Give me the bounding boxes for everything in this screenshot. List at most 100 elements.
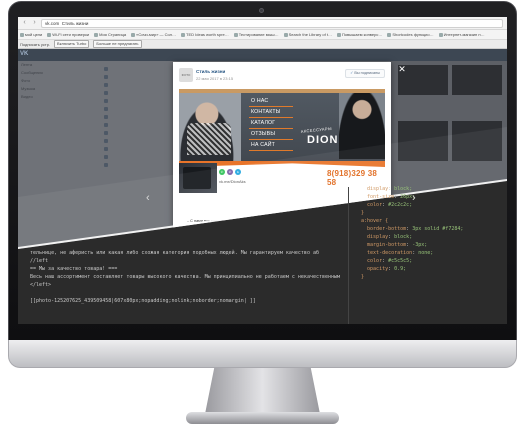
css-line: color: #2c2c2c;: [367, 202, 413, 208]
css-line: border-bottom: 3px solid #f7284;: [367, 226, 464, 232]
code-text: тельнице, не аферисть или какая либо схо…: [30, 250, 319, 256]
sidebar-item[interactable]: [104, 121, 154, 129]
ghost-line: Фото: [21, 78, 31, 83]
sidebar-item[interactable]: [104, 105, 154, 113]
vk-header: VK: [18, 49, 507, 61]
css-property: font-size: [367, 194, 395, 200]
css-value: block;: [394, 234, 413, 240]
banner-menu-item[interactable]: ОТЗЫВЫ: [249, 129, 293, 140]
css-property: margin-bottom: [367, 242, 407, 248]
sidebar-item[interactable]: [104, 89, 154, 97]
monitor-chin: [8, 340, 517, 368]
css-property: opacity: [367, 266, 389, 272]
monitor-base: [186, 412, 339, 424]
sidebar-item[interactable]: [104, 161, 154, 169]
bookmark-item[interactable]: Wi-Fi сети проверки: [47, 32, 89, 37]
community-name[interactable]: Стиль жизни: [196, 69, 225, 74]
subscribed-button[interactable]: ✓Вы подписаны: [345, 69, 385, 78]
sidebar-item[interactable]: [104, 113, 154, 121]
code-text: //left: [30, 258, 49, 264]
code-line: [[photo-125207625_439509458|607x80px;nop…: [22, 297, 352, 305]
css-line: text-decoration: none;: [367, 250, 434, 256]
subscribed-label: Вы подписаны: [354, 71, 380, 75]
ghost-line: Сообщения: [21, 70, 43, 75]
banner-menu-item[interactable]: КОНТАКТЫ: [249, 107, 293, 118]
bookmark-item[interactable]: TED Ideas worth spre…: [181, 32, 229, 37]
code-line: тельнице, не аферисть или какая либо схо…: [22, 249, 352, 257]
code-line: Весь наш ассортимент составляет товары в…: [22, 273, 352, 281]
vk-logo[interactable]: VK: [20, 51, 32, 59]
css-line: }: [351, 273, 507, 281]
css-line: color: #c5c5c5;: [367, 258, 413, 264]
bookmark-item[interactable]: «Сочи-мир» — Сол…: [131, 32, 176, 37]
css-property: a:hover {: [361, 218, 389, 224]
sidebar-item[interactable]: [104, 97, 154, 105]
enable-turbo-button[interactable]: Включить Turbo: [54, 40, 90, 48]
css-value: -3px;: [412, 242, 428, 248]
ghost-line: Лента: [21, 62, 33, 67]
bookmark-item[interactable]: Интернет-магазин н…: [439, 32, 485, 37]
bookmark-item[interactable]: Тестирование мыш…: [234, 32, 279, 37]
sidebar-item[interactable]: [104, 137, 154, 145]
address-bar-row: ‹ › vk.com Стиль жизни: [18, 17, 507, 30]
css-value: block;: [394, 186, 413, 192]
forward-arrow-icon[interactable]: ›: [31, 19, 38, 27]
dismiss-button[interactable]: Больше не предлагать: [93, 40, 142, 48]
sidebar-item[interactable]: [104, 153, 154, 161]
brand-logo: DION: [307, 134, 339, 146]
code-text: Весь наш ассортимент составляет товары в…: [30, 274, 341, 280]
bookmark-item[interactable]: Моя Страница: [94, 32, 126, 37]
css-line: }: [351, 209, 507, 217]
code-text: == Мы за качество товара! ===: [30, 266, 118, 272]
address-input[interactable]: vk.com Стиль жизни: [41, 18, 503, 28]
brand-subtitle: АКСЕССУАРЫ: [300, 125, 333, 134]
next-arrow-icon[interactable]: ›: [412, 192, 420, 204]
extension-label: Подписать устр.: [20, 41, 51, 47]
extension-bar: Подписать устр. Включить Turbo Больше не…: [18, 40, 507, 49]
css-property: display: [367, 234, 389, 240]
sidebar-item[interactable]: [104, 129, 154, 137]
css-line: display: block;: [367, 186, 413, 192]
banner-menu-item[interactable]: О НАС: [249, 96, 293, 107]
css-property: }: [361, 274, 365, 280]
bookmark-item[interactable]: Search the Library of t…: [284, 32, 332, 37]
banner-menu-item[interactable]: НА САЙТ: [249, 140, 293, 151]
css-line: font-size: 26px;: [367, 194, 416, 200]
bookmark-item[interactable]: мой цели: [20, 32, 42, 37]
check-icon: ✓: [350, 71, 354, 75]
css-line: a:hover {: [351, 217, 507, 225]
ghost-line: Музыка: [21, 86, 36, 91]
thumb-image[interactable]: [452, 65, 502, 95]
css-value: none;: [418, 250, 434, 256]
banner-menu-item[interactable]: КАТАЛОГ: [249, 118, 293, 129]
sidebar-item[interactable]: [104, 81, 154, 89]
banner-menu: О НАС КОНТАКТЫ КАТАЛОГ ОТЗЫВЫ НА САЙТ: [249, 96, 293, 151]
css-line: opacity: 0.9;: [367, 266, 407, 272]
code-line: //left: [22, 257, 352, 265]
ghost-line: Видео: [21, 94, 33, 99]
css-value: #2c2c2c;: [388, 202, 413, 208]
close-icon[interactable]: ✕: [397, 64, 407, 74]
bookmarks-bar: мой цели Wi-Fi сети проверки Моя Страница «…: [18, 30, 507, 40]
post-header: ФОТО Стиль жизни 22 мая 2017 в 23:15 ✓Вы…: [173, 62, 391, 88]
bookmark-item[interactable]: Повышаем конверс…: [337, 32, 382, 37]
sidebar-item[interactable]: [104, 145, 154, 153]
avatar[interactable]: ФОТО: [179, 68, 193, 82]
back-arrow-icon[interactable]: ‹: [21, 19, 28, 27]
css-property: text-decoration: [367, 250, 413, 256]
vk-sidebar-menu: [104, 65, 154, 169]
code-text: </left>: [30, 282, 52, 288]
sidebar-item[interactable]: [104, 65, 154, 73]
imac-mockup: ‹ › vk.com Стиль жизни мой цели Wi-Fi сет…: [0, 0, 525, 440]
css-line: margin-bottom: -3px;: [367, 242, 428, 248]
wiki-markup-code[interactable]: тельнице, не аферисть или какая либо схо…: [22, 249, 352, 305]
prev-arrow-icon[interactable]: ‹: [146, 192, 154, 204]
bookmark-item[interactable]: Shortcodes функцио…: [387, 32, 433, 37]
css-property: color: [367, 202, 383, 208]
css-code[interactable]: display: block; font-size: 26px; color: …: [351, 185, 507, 324]
sidebar-item[interactable]: [104, 73, 154, 81]
css-property: border-bottom: [367, 226, 407, 232]
model-photo-left: [179, 93, 241, 163]
monitor-stand: [205, 368, 320, 414]
